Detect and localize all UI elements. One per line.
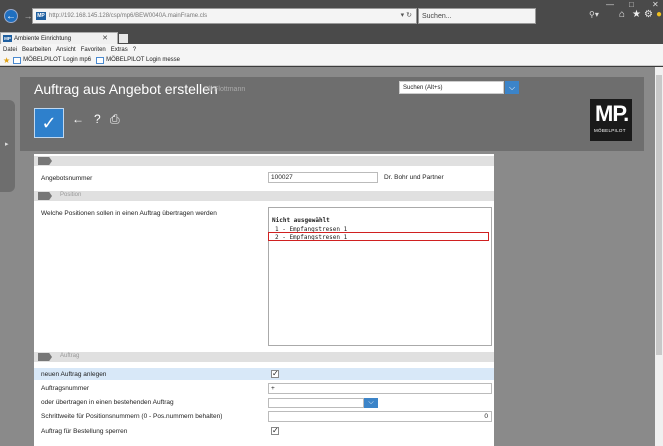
favorite-label: MÖBELPILOT Login mp6: [23, 57, 92, 63]
home-icon[interactable]: ⌂: [619, 9, 625, 20]
order-number-value: +: [271, 385, 275, 392]
favorites-star-icon[interactable]: ★: [3, 56, 10, 65]
new-order-checkbox[interactable]: ✓: [271, 370, 279, 378]
menu-help[interactable]: ?: [133, 47, 136, 53]
reload-icon[interactable]: ▾ ↻: [401, 11, 412, 19]
tab-bar: MP Ambiente Einrichtung ✕: [0, 32, 663, 44]
positions-label: Welche Positionen sollen in einen Auftra…: [41, 210, 217, 217]
step-field[interactable]: 0: [268, 411, 492, 422]
lock-order-checkbox[interactable]: ✓: [271, 427, 279, 435]
existing-order-field[interactable]: [268, 398, 364, 408]
menu-favoriten[interactable]: Favoriten: [81, 47, 106, 53]
arrow-left-icon: ←: [6, 10, 16, 22]
section-title: Auftrag: [60, 353, 80, 359]
section-title: Position: [60, 192, 82, 198]
page-scrollbar[interactable]: [655, 67, 663, 446]
angebot-number-field[interactable]: 100027: [268, 172, 378, 183]
existing-order-label: oder übertragen in einen bestehenden Auf…: [41, 399, 174, 406]
print-icon[interactable]: ⎙: [110, 112, 120, 127]
menu-bearbeiten[interactable]: Bearbeiten: [22, 47, 51, 53]
tab-favicon: MP: [3, 35, 12, 42]
section-header-auftrag[interactable]: Auftrag: [34, 352, 494, 362]
chevron-right-icon: ▸: [5, 141, 9, 148]
partner-name: Dr. Bohr und Partner: [384, 174, 444, 181]
tab-title: Ambiente Einrichtung: [14, 35, 72, 42]
selected-item-highlight: [268, 232, 489, 241]
checkmark-icon: ✓: [41, 112, 57, 133]
browser-tab[interactable]: MP Ambiente Einrichtung ✕: [0, 32, 118, 44]
chevron-down-icon: ⌵: [508, 82, 516, 92]
gear-icon[interactable]: ⚙: [644, 9, 653, 20]
app-search-dropdown-button[interactable]: ⌵: [505, 81, 519, 94]
section-header-position[interactable]: Position: [34, 191, 494, 201]
browser-search-input[interactable]: Suchen...: [418, 8, 536, 24]
list-header: Nicht ausgewählt: [272, 217, 330, 224]
confirm-button[interactable]: ✓: [34, 108, 64, 138]
new-order-label: neuen Auftrag anlegen: [41, 371, 107, 378]
browser-tools: ⚲▾ ⌂ ★ ⚙ ●: [537, 8, 663, 24]
menu-extras[interactable]: Extras: [111, 47, 128, 53]
user-name: Uli Flottmann: [204, 86, 246, 93]
help-icon[interactable]: ?: [94, 112, 101, 126]
ie-page-icon: [96, 56, 105, 64]
favorite-label: MÖBELPILOT Login messe: [106, 57, 181, 63]
angebot-number-value: 100027: [271, 174, 293, 181]
ie-page-icon: [13, 56, 22, 64]
app-search-input[interactable]: Suchen (Alt+s): [399, 81, 504, 94]
site-favicon: MP: [36, 12, 46, 20]
positions-listbox[interactable]: Nicht ausgewählt 1 - Empfangstresen 1 2 …: [268, 207, 492, 346]
back-button[interactable]: ←: [4, 9, 18, 23]
browser-search-placeholder: Suchen...: [422, 12, 452, 20]
order-number-field[interactable]: +: [268, 383, 492, 394]
step-label: Schrittweite für Positionsnummern (0 - P…: [41, 413, 223, 420]
smiley-icon[interactable]: ●: [656, 9, 662, 20]
app-search-text: Suchen (Alt+s): [403, 84, 443, 91]
moebelpilot-logo: MP. MÖBELPILOT: [590, 99, 632, 141]
minimize-icon[interactable]: —: [606, 0, 614, 9]
maximize-icon[interactable]: □: [629, 0, 634, 9]
section-header-top[interactable]: [34, 156, 494, 166]
angebot-label: Angebotsnummer: [41, 175, 93, 182]
logo-subtext: MÖBELPILOT: [594, 128, 626, 133]
menu-ansicht[interactable]: Ansicht: [56, 47, 76, 53]
page-title: Auftrag aus Angebot erstellen: [34, 81, 218, 97]
chevron-down-icon: ⌵: [368, 399, 374, 406]
menu-datei[interactable]: Datei: [3, 47, 17, 53]
search-icon[interactable]: ⚲▾: [589, 10, 599, 19]
order-number-label: Auftragsnummer: [41, 385, 90, 392]
lock-order-label: Auftrag für Bestellung sperren: [41, 428, 128, 435]
collapse-chevron-icon: [38, 157, 52, 165]
favorite-link-messe[interactable]: MÖBELPILOT Login messe: [96, 56, 181, 64]
existing-order-dropdown-button[interactable]: ⌵: [364, 398, 378, 408]
new-tab-button[interactable]: [119, 34, 128, 43]
collapse-chevron-icon: [38, 192, 52, 200]
address-url: http://192.168.145.128/csp/mp6/BEW0040A.…: [49, 13, 208, 19]
browser-titlebar: ← → MP http://192.168.145.128/csp/mp6/BE…: [0, 0, 663, 32]
scrollbar-thumb[interactable]: [656, 75, 662, 355]
address-bar[interactable]: MP http://192.168.145.128/csp/mp6/BEW004…: [32, 8, 417, 24]
side-panel-toggle[interactable]: ▸: [0, 100, 15, 192]
favorites-star-icon[interactable]: ★: [632, 9, 641, 20]
close-window-icon[interactable]: ✕: [652, 0, 659, 9]
back-arrow-icon[interactable]: ←: [72, 112, 84, 126]
collapse-chevron-icon: [38, 353, 52, 361]
step-value: 0: [484, 413, 488, 420]
logo-text: MP.: [595, 101, 629, 126]
favorites-bar: ★ MÖBELPILOT Login mp6 MÖBELPILOT Login …: [0, 55, 663, 66]
close-tab-icon[interactable]: ✕: [102, 34, 108, 42]
favorite-link-mp6[interactable]: MÖBELPILOT Login mp6: [13, 56, 92, 64]
menu-bar: Datei Bearbeiten Ansicht Favoriten Extra…: [0, 44, 663, 55]
